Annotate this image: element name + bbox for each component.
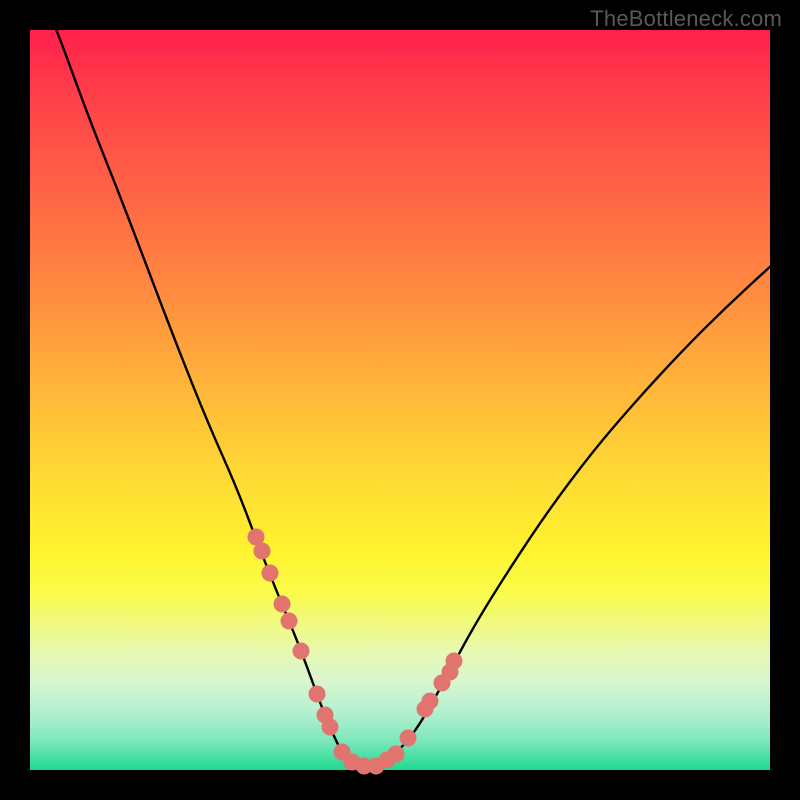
chart-frame: TheBottleneck.com <box>0 0 800 800</box>
chart-marker <box>387 745 404 762</box>
plot-area <box>30 30 770 770</box>
chart-marker <box>321 719 338 736</box>
watermark-text: TheBottleneck.com <box>590 6 782 32</box>
chart-marker <box>253 542 270 559</box>
chart-marker <box>273 595 290 612</box>
chart-marker <box>292 642 309 659</box>
chart-marker <box>421 693 438 710</box>
chart-marker <box>281 613 298 630</box>
chart-marker <box>309 685 326 702</box>
chart-curve <box>30 30 770 770</box>
chart-marker <box>261 565 278 582</box>
chart-marker <box>446 653 463 670</box>
chart-marker <box>400 730 417 747</box>
